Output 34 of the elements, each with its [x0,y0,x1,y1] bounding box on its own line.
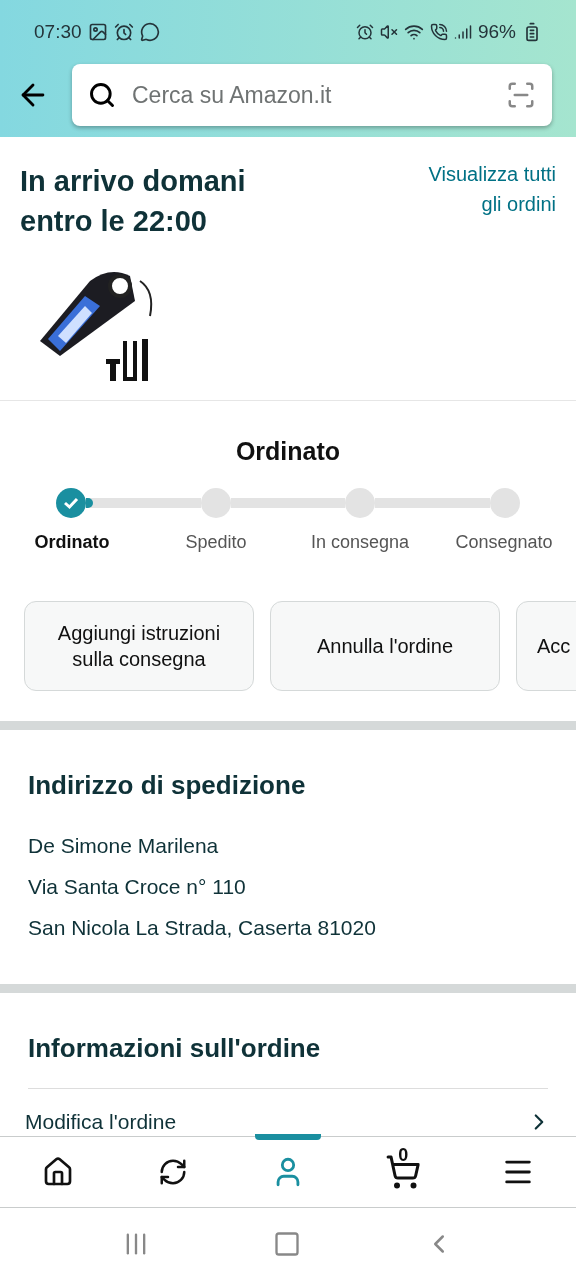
mute-icon [379,23,398,41]
address-line: San Nicola La Strada, Caserta 81020 [28,915,377,941]
view-orders-link[interactable]: Visualizza tutti gli ordini [406,159,556,241]
order-info-title: Informazioni sull'ordine [28,1033,322,1064]
action-button[interactable]: Aggiungi istruzioni sulla consegna [24,601,254,691]
home-button-icon[interactable] [273,1230,301,1258]
action-button[interactable]: Annulla l'ordine [270,601,500,691]
alarm-icon [113,22,134,42]
order-info-row[interactable]: Modifica l'ordine [0,1089,576,1135]
nav-tab[interactable]: 0 [345,1137,461,1207]
cart-count: 0 [398,1145,409,1166]
address-line: Via Santa Croce n° 110 [28,874,247,900]
signal-icon [453,23,472,41]
active-indicator [255,1134,321,1140]
alarm-icon [355,23,374,41]
wifi-icon [403,22,424,42]
status-time: 07:30 [34,21,82,43]
status-title: Ordinato [235,437,341,466]
row-label: Modifica l'ordine [25,1110,177,1134]
search-bar[interactable]: Cerca su Amazon.it [72,64,552,126]
image-icon [87,22,108,42]
step-label: In consegna [309,532,411,553]
address-line: De Simone Marilena [28,833,220,859]
action-button[interactable]: Acc [516,601,576,691]
search-icon [88,81,116,109]
address-title: Indirizzo di spedizione [28,770,307,801]
step-label: Spedito [184,532,248,553]
camera-scan-icon[interactable] [506,80,536,110]
step-label: Consegnato [454,532,554,553]
battery-percent: 96% [477,21,516,43]
delivery-title: In arrivo domani entro le 22:00 [20,164,247,239]
chat-icon [139,22,160,42]
call-icon [429,23,448,41]
step-label: Ordinato [33,532,111,553]
